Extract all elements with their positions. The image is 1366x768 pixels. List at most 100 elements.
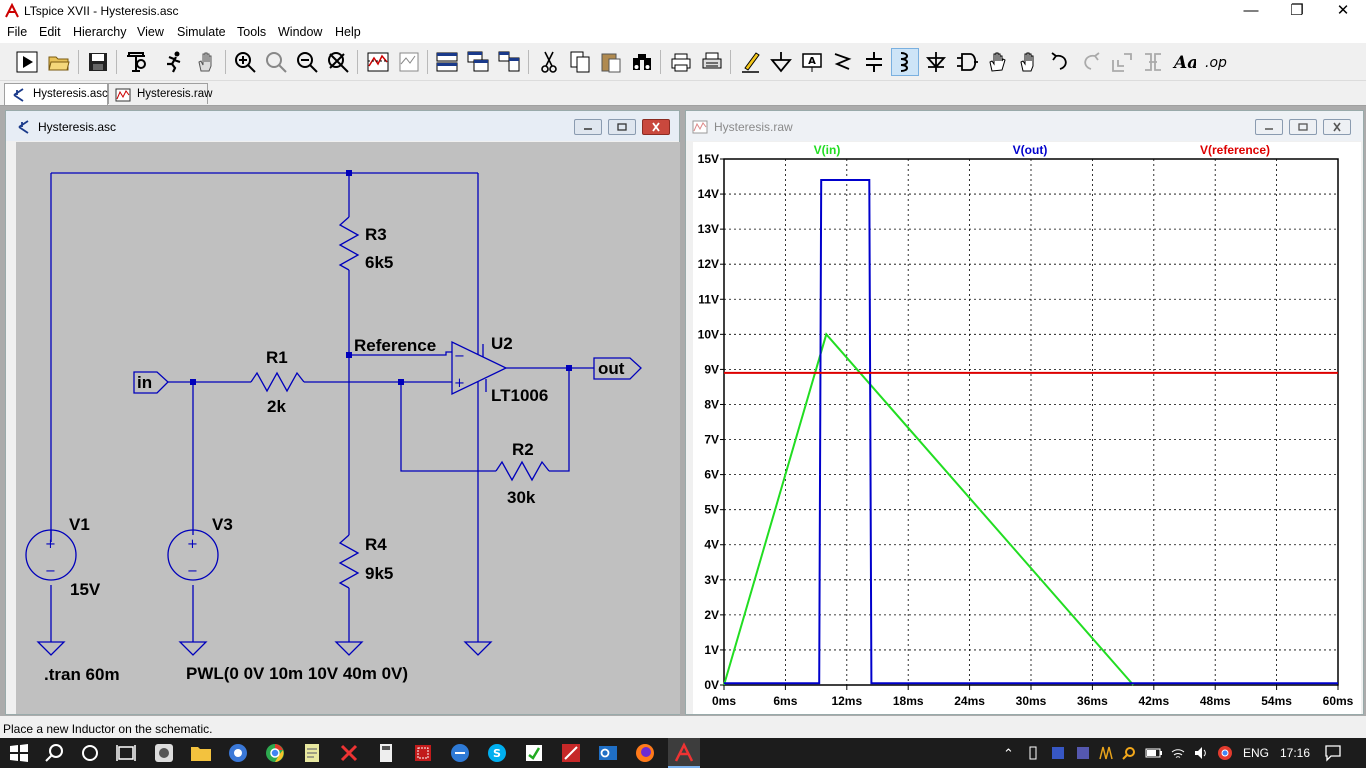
onenote-tray-icon[interactable] bbox=[1050, 745, 1066, 761]
spice-directive-icon[interactable]: .op bbox=[1201, 48, 1229, 76]
app-icon[interactable] bbox=[152, 741, 176, 765]
run-icon[interactable] bbox=[13, 48, 41, 76]
search-tray-icon[interactable] bbox=[1121, 745, 1137, 761]
green-app-icon[interactable] bbox=[522, 741, 546, 765]
active-taskbar-item[interactable] bbox=[668, 738, 700, 768]
language-indicator[interactable]: ENG bbox=[1243, 746, 1269, 760]
volume-icon[interactable] bbox=[1193, 745, 1209, 761]
cut-icon[interactable] bbox=[535, 48, 563, 76]
paste-icon[interactable] bbox=[597, 48, 625, 76]
print-preview-icon[interactable] bbox=[667, 48, 695, 76]
menu-window[interactable]: Window bbox=[278, 25, 322, 39]
capacitor-icon[interactable] bbox=[860, 48, 888, 76]
menu-edit[interactable]: Edit bbox=[39, 25, 61, 39]
schematic-canvas[interactable]: R3 6k5 Reference U2 LT1006 R1 2k R2 30k … bbox=[16, 142, 680, 714]
print-icon[interactable] bbox=[698, 48, 726, 76]
child-restore-button[interactable] bbox=[608, 119, 636, 135]
diode-icon[interactable] bbox=[922, 48, 950, 76]
label-net-icon[interactable]: A bbox=[798, 48, 826, 76]
wifi-icon[interactable] bbox=[1170, 745, 1186, 761]
rotate-icon[interactable] bbox=[1108, 48, 1136, 76]
zoom-cancel-icon[interactable] bbox=[324, 48, 352, 76]
control-panel-icon[interactable] bbox=[122, 48, 150, 76]
ground-symbol bbox=[334, 641, 364, 656]
outlook-icon[interactable] bbox=[596, 741, 620, 765]
notepad-icon[interactable] bbox=[300, 741, 324, 765]
restore-button[interactable]: ❐ bbox=[1274, 0, 1320, 22]
undo-icon[interactable] bbox=[1046, 48, 1074, 76]
windows-start-icon[interactable] bbox=[7, 741, 31, 765]
task-view-icon[interactable] bbox=[114, 741, 138, 765]
legend-entry[interactable]: V(out) bbox=[1013, 143, 1048, 157]
cortana-icon[interactable] bbox=[78, 741, 102, 765]
battery-icon[interactable] bbox=[1145, 745, 1163, 761]
browser-icon[interactable] bbox=[226, 741, 250, 765]
legend-entry[interactable]: V(reference) bbox=[1200, 143, 1270, 157]
ground-icon[interactable] bbox=[767, 48, 795, 76]
notification-icon[interactable] bbox=[1324, 744, 1342, 762]
menu-help[interactable]: Help bbox=[335, 25, 361, 39]
blue-app-icon[interactable] bbox=[448, 741, 472, 765]
mirror-icon[interactable] bbox=[1139, 48, 1167, 76]
zoom-in-icon[interactable] bbox=[231, 48, 259, 76]
component-icon[interactable] bbox=[953, 48, 981, 76]
zoom-full-icon[interactable] bbox=[262, 48, 290, 76]
save-icon[interactable] bbox=[84, 48, 112, 76]
child-minimize-button[interactable] bbox=[1255, 119, 1283, 135]
red-tool-icon[interactable] bbox=[559, 741, 583, 765]
open-folder-icon[interactable] bbox=[45, 48, 73, 76]
halt-icon[interactable] bbox=[160, 48, 188, 76]
schematic-window-titlebar[interactable]: Hysteresis.asc bbox=[6, 111, 679, 141]
inductor-icon[interactable] bbox=[891, 48, 919, 76]
teams-tray-icon[interactable] bbox=[1075, 745, 1091, 761]
drag-icon[interactable] bbox=[1015, 48, 1043, 76]
move-icon[interactable] bbox=[984, 48, 1012, 76]
red-app-icon[interactable] bbox=[411, 741, 435, 765]
menu-file[interactable]: File bbox=[7, 25, 27, 39]
search-icon[interactable] bbox=[43, 741, 67, 765]
legend-entry[interactable]: V(in) bbox=[814, 143, 841, 157]
schematic-window: Hysteresis.asc R3 6k5 Reference U2 LT100… bbox=[5, 110, 680, 715]
menu-view[interactable]: View bbox=[137, 25, 164, 39]
chevron-up-icon[interactable]: ⌃ bbox=[1003, 746, 1014, 762]
firefox-icon[interactable] bbox=[633, 741, 657, 765]
menu-tools[interactable]: Tools bbox=[237, 25, 266, 39]
find-icon[interactable] bbox=[628, 48, 656, 76]
tran-directive[interactable]: .tran 60m bbox=[44, 665, 120, 684]
network-activity-icon[interactable] bbox=[1098, 745, 1114, 761]
waveform-window-titlebar[interactable]: Hysteresis.raw bbox=[686, 111, 1363, 141]
minimize-button[interactable]: — bbox=[1228, 0, 1274, 22]
menu-hierarchy[interactable]: Hierarchy bbox=[73, 25, 127, 39]
cascade-icon[interactable] bbox=[464, 48, 492, 76]
draw-wire-icon[interactable] bbox=[737, 48, 765, 76]
tab-hysteresis-asc[interactable]: Hysteresis.asc bbox=[4, 83, 108, 105]
redo-icon[interactable] bbox=[1077, 48, 1105, 76]
child-close-button[interactable] bbox=[642, 119, 670, 135]
chrome-tray-icon[interactable] bbox=[1217, 745, 1233, 761]
tile-horizontal-icon[interactable] bbox=[433, 48, 461, 76]
delete-plot-icon[interactable] bbox=[395, 48, 423, 76]
r3-name-label: R3 bbox=[365, 225, 387, 244]
child-minimize-button[interactable] bbox=[574, 119, 602, 135]
text-icon[interactable]: Aa bbox=[1170, 48, 1198, 76]
clock[interactable]: 17:16 bbox=[1280, 746, 1310, 760]
chrome-icon[interactable] bbox=[263, 741, 287, 765]
file-explorer-icon[interactable] bbox=[189, 741, 213, 765]
y-tick-label: 0V bbox=[704, 678, 719, 692]
tab-hysteresis-raw[interactable]: Hysteresis.raw bbox=[108, 83, 212, 104]
autorange-icon[interactable] bbox=[364, 48, 392, 76]
resistor-icon[interactable] bbox=[829, 48, 857, 76]
zoom-out-icon[interactable] bbox=[293, 48, 321, 76]
pan-icon[interactable] bbox=[192, 48, 220, 76]
usb-icon[interactable] bbox=[1025, 745, 1041, 761]
child-restore-button[interactable] bbox=[1289, 119, 1317, 135]
copy-icon[interactable] bbox=[566, 48, 594, 76]
skype-icon[interactable]: S bbox=[485, 741, 509, 765]
tile-icon[interactable] bbox=[495, 48, 523, 76]
menu-simulate[interactable]: Simulate bbox=[177, 25, 226, 39]
close-button[interactable]: ✕ bbox=[1320, 0, 1366, 22]
waveform-plot[interactable]: 0ms 6ms 12ms 18ms 24ms 30ms 36ms 42ms 48ms 54ms 60… bbox=[693, 142, 1361, 714]
calculator-icon[interactable] bbox=[374, 741, 398, 765]
x-app-icon[interactable] bbox=[337, 741, 361, 765]
child-close-button[interactable] bbox=[1323, 119, 1351, 135]
